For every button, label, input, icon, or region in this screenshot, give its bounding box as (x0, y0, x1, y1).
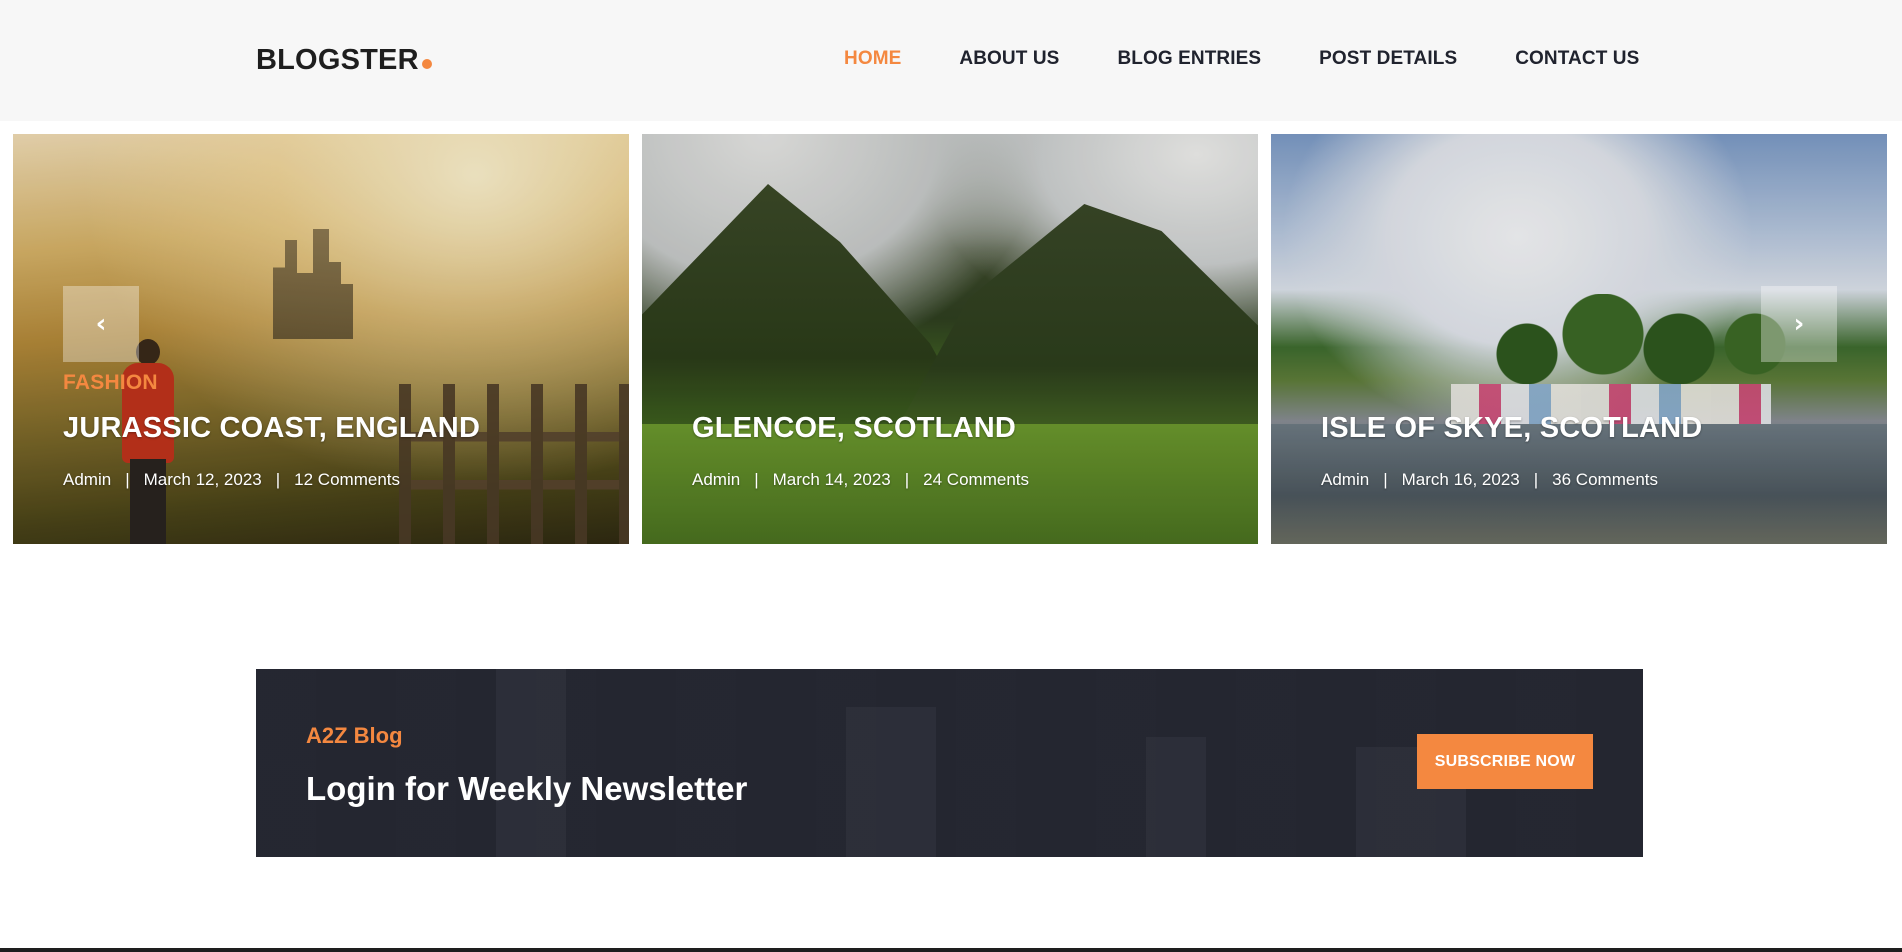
slide-author[interactable]: Admin (692, 470, 740, 490)
newsletter-banner: A2Z Blog Login for Weekly Newsletter SUB… (256, 669, 1643, 857)
slide-category[interactable]: FASHION (63, 371, 158, 395)
slide-title[interactable]: JURASSIC COAST, ENGLAND (63, 412, 480, 445)
meta-separator: | (1533, 470, 1539, 489)
nav-item-home[interactable]: HOME (844, 48, 901, 70)
logo-text: BLOGSTER (256, 44, 419, 76)
slide-meta: Admin | March 14, 2023 | 24 Comments (692, 470, 1029, 490)
slide-meta: Admin | March 16, 2023 | 36 Comments (1321, 470, 1658, 490)
subscribe-button[interactable]: SUBSCRIBE NOW (1417, 734, 1593, 789)
slide-author[interactable]: Admin (1321, 470, 1369, 490)
slide-comments[interactable]: 12 Comments (294, 470, 400, 490)
slide-author[interactable]: Admin (63, 470, 111, 490)
slide-title[interactable]: ISLE OF SKYE, SCOTLAND (1321, 412, 1702, 445)
carousel-slide[interactable]: GLENCOE, SCOTLAND Admin | March 14, 2023… (642, 134, 1258, 544)
newsletter-kicker: A2Z Blog (306, 723, 403, 748)
slide-date[interactable]: March 16, 2023 (1402, 470, 1520, 490)
chevron-right-icon: › (1793, 309, 1805, 339)
slide-date[interactable]: March 12, 2023 (144, 470, 262, 490)
slide-comments[interactable]: 36 Comments (1552, 470, 1658, 490)
logo-dot-icon (421, 59, 432, 69)
main-nav: HOME ABOUT US BLOG ENTRIES POST DETAILS … (844, 48, 1697, 70)
slide-meta: Admin | March 12, 2023 | 12 Comments (63, 470, 400, 490)
nav-item-contact-us[interactable]: CONTACT US (1515, 48, 1639, 70)
meta-separator: | (1383, 470, 1388, 489)
meta-separator: | (125, 470, 130, 489)
chevron-left-icon: ‹ (95, 309, 107, 339)
slide-comments[interactable]: 24 Comments (923, 470, 1029, 490)
meta-separator: | (275, 470, 281, 489)
newsletter-title: Login for Weekly Newsletter (306, 770, 748, 807)
featured-carousel: FASHION JURASSIC COAST, ENGLAND Admin | … (0, 134, 1902, 544)
carousel-prev-button[interactable]: ‹ (63, 286, 139, 362)
nav-item-about-us[interactable]: ABOUT US (959, 48, 1059, 70)
meta-separator: | (904, 470, 910, 489)
meta-separator: | (754, 470, 759, 489)
site-logo[interactable]: BLOGSTER (256, 44, 432, 77)
slide-title[interactable]: GLENCOE, SCOTLAND (692, 412, 1016, 445)
slide-date[interactable]: March 14, 2023 (773, 470, 891, 490)
nav-item-blog-entries[interactable]: BLOG ENTRIES (1117, 48, 1261, 70)
carousel-next-button[interactable]: › (1761, 286, 1837, 362)
site-header: BLOGSTER HOME ABOUT US BLOG ENTRIES POST… (0, 0, 1902, 121)
nav-item-post-details[interactable]: POST DETAILS (1319, 48, 1457, 70)
page-bottom-divider (0, 948, 1902, 952)
